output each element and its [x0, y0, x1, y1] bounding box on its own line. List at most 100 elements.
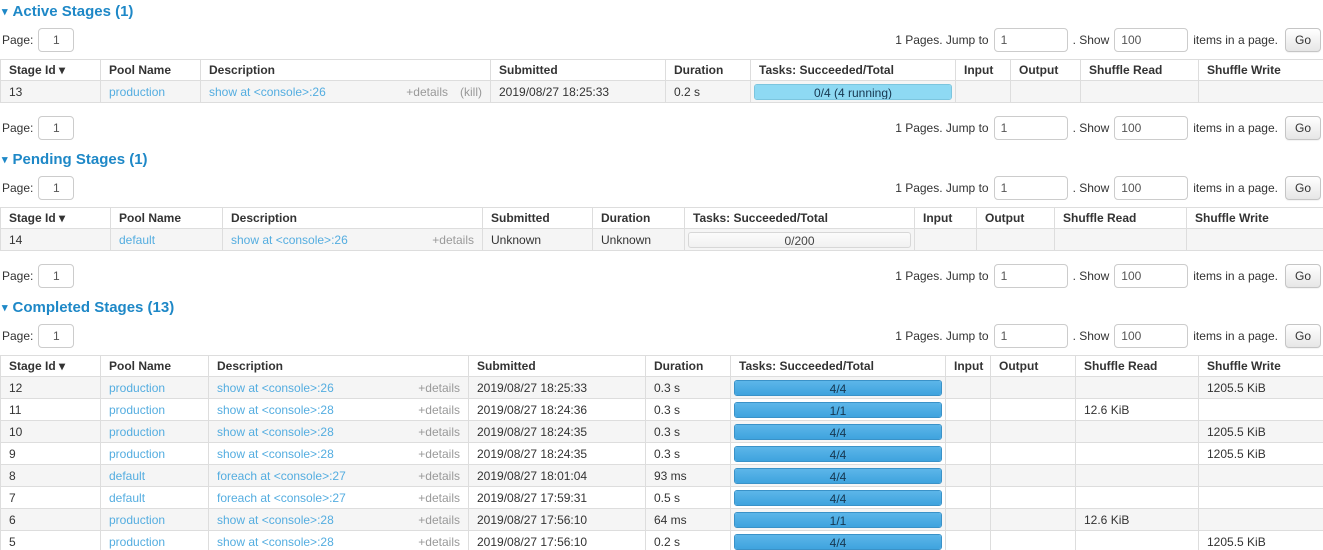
jump-to-page-input[interactable]: [994, 176, 1068, 200]
pool-name-link[interactable]: production: [109, 513, 165, 527]
column-header-duration[interactable]: Duration: [593, 208, 685, 229]
go-button[interactable]: Go: [1285, 176, 1321, 200]
page-number-input[interactable]: [38, 28, 74, 52]
column-header-output[interactable]: Output: [1011, 60, 1081, 81]
pool-name-link[interactable]: default: [109, 469, 145, 483]
show-count-input[interactable]: [1114, 324, 1188, 348]
page-number-input[interactable]: [38, 116, 74, 140]
stage-row: 10productionshow at <console>:28+details…: [1, 421, 1323, 443]
details-link[interactable]: +details: [418, 535, 460, 549]
column-header-pool-name[interactable]: Pool Name: [101, 356, 209, 377]
go-button[interactable]: Go: [1285, 264, 1321, 288]
details-link[interactable]: +details: [418, 469, 460, 483]
description-wrap: foreach at <console>:27 +details: [217, 469, 460, 483]
cell-pool-name: production: [101, 377, 209, 399]
show-count-input[interactable]: [1114, 116, 1188, 140]
column-header-stage-id[interactable]: Stage Id ▾: [1, 356, 101, 377]
page-number-input[interactable]: [38, 264, 74, 288]
column-header-submitted[interactable]: Submitted: [483, 208, 593, 229]
details-link[interactable]: +details: [418, 513, 460, 527]
column-header-tasks-succeeded-total[interactable]: Tasks: Succeeded/Total: [751, 60, 956, 81]
pagination-left: Page:: [2, 28, 74, 52]
pool-name-link[interactable]: default: [119, 233, 155, 247]
column-header-description[interactable]: Description: [201, 60, 491, 81]
kill-link[interactable]: (kill): [460, 85, 482, 99]
section-header-completed-stages-13[interactable]: ▾Completed Stages (13): [2, 299, 1323, 317]
column-header-duration[interactable]: Duration: [666, 60, 751, 81]
pool-name-link[interactable]: production: [109, 403, 165, 417]
pagination-left: Page:: [2, 324, 74, 348]
pool-name-link[interactable]: production: [109, 535, 165, 549]
column-header-pool-name[interactable]: Pool Name: [111, 208, 223, 229]
column-header-shuffle-write[interactable]: Shuffle Write: [1199, 60, 1323, 81]
show-count-input[interactable]: [1114, 176, 1188, 200]
section-header-active-stages-1[interactable]: ▾Active Stages (1): [2, 3, 1323, 21]
description-link[interactable]: show at <console>:26: [209, 85, 326, 99]
go-button[interactable]: Go: [1285, 116, 1321, 140]
jump-to-page-input[interactable]: [994, 324, 1068, 348]
pool-name-link[interactable]: production: [109, 85, 165, 99]
jump-to-page-input[interactable]: [994, 264, 1068, 288]
column-header-duration[interactable]: Duration: [646, 356, 731, 377]
column-header-output[interactable]: Output: [977, 208, 1055, 229]
column-header-input[interactable]: Input: [915, 208, 977, 229]
column-header-shuffle-write[interactable]: Shuffle Write: [1199, 356, 1323, 377]
show-count-input[interactable]: [1114, 264, 1188, 288]
description-link[interactable]: foreach at <console>:27: [217, 491, 346, 505]
column-header-stage-id[interactable]: Stage Id ▾: [1, 208, 111, 229]
page-number-input[interactable]: [38, 324, 74, 348]
column-header-pool-name[interactable]: Pool Name: [101, 60, 201, 81]
column-header-input[interactable]: Input: [946, 356, 991, 377]
show-count-input[interactable]: [1114, 28, 1188, 52]
pool-name-link[interactable]: default: [109, 491, 145, 505]
pool-name-link[interactable]: production: [109, 425, 165, 439]
description-link[interactable]: show at <console>:28: [217, 447, 334, 461]
description-link[interactable]: show at <console>:26: [231, 233, 348, 247]
description-link[interactable]: show at <console>:28: [217, 403, 334, 417]
column-header-submitted[interactable]: Submitted: [491, 60, 666, 81]
description-link[interactable]: show at <console>:26: [217, 381, 334, 395]
cell-input: [946, 377, 991, 399]
details-link[interactable]: +details: [406, 85, 448, 99]
details-link[interactable]: +details: [418, 447, 460, 461]
column-header-description[interactable]: Description: [209, 356, 469, 377]
column-header-tasks-succeeded-total[interactable]: Tasks: Succeeded/Total: [685, 208, 915, 229]
jump-to-page-input[interactable]: [994, 116, 1068, 140]
details-link[interactable]: +details: [418, 425, 460, 439]
pool-name-link[interactable]: production: [109, 381, 165, 395]
details-link[interactable]: +details: [418, 491, 460, 505]
jump-to-page-input[interactable]: [994, 28, 1068, 52]
page-number-input[interactable]: [38, 176, 74, 200]
details-link[interactable]: +details: [418, 403, 460, 417]
description-actions: +details: [408, 491, 460, 505]
description-link[interactable]: foreach at <console>:27: [217, 469, 346, 483]
column-header-shuffle-read[interactable]: Shuffle Read: [1081, 60, 1199, 81]
column-header-description[interactable]: Description: [223, 208, 483, 229]
description-link[interactable]: show at <console>:28: [217, 535, 334, 549]
column-header-output[interactable]: Output: [991, 356, 1076, 377]
cell-submitted: 2019/08/27 17:59:31: [469, 487, 646, 509]
cell-pool-name: production: [101, 509, 209, 531]
go-button[interactable]: Go: [1285, 28, 1321, 52]
column-header-shuffle-read[interactable]: Shuffle Read: [1076, 356, 1199, 377]
column-header-shuffle-read[interactable]: Shuffle Read: [1055, 208, 1187, 229]
tasks-progress-label: 4/4: [735, 447, 941, 462]
cell-description: show at <console>:28 +details: [209, 421, 469, 443]
cell-shuffle-read: [1076, 487, 1199, 509]
pagination-left: Page:: [2, 176, 74, 200]
column-header-shuffle-write[interactable]: Shuffle Write: [1187, 208, 1323, 229]
column-header-input[interactable]: Input: [956, 60, 1011, 81]
column-header-tasks-succeeded-total[interactable]: Tasks: Succeeded/Total: [731, 356, 946, 377]
table-header-row: Stage Id ▾Pool NameDescriptionSubmittedD…: [1, 356, 1323, 377]
description-link[interactable]: show at <console>:28: [217, 425, 334, 439]
details-link[interactable]: +details: [432, 233, 474, 247]
column-header-stage-id[interactable]: Stage Id ▾: [1, 60, 101, 81]
cell-pool-name: default: [101, 465, 209, 487]
go-button[interactable]: Go: [1285, 324, 1321, 348]
pool-name-link[interactable]: production: [109, 447, 165, 461]
details-link[interactable]: +details: [418, 381, 460, 395]
column-header-submitted[interactable]: Submitted: [469, 356, 646, 377]
description-link[interactable]: show at <console>:28: [217, 513, 334, 527]
cell-output: [991, 399, 1076, 421]
section-header-pending-stages-1[interactable]: ▾Pending Stages (1): [2, 151, 1323, 169]
